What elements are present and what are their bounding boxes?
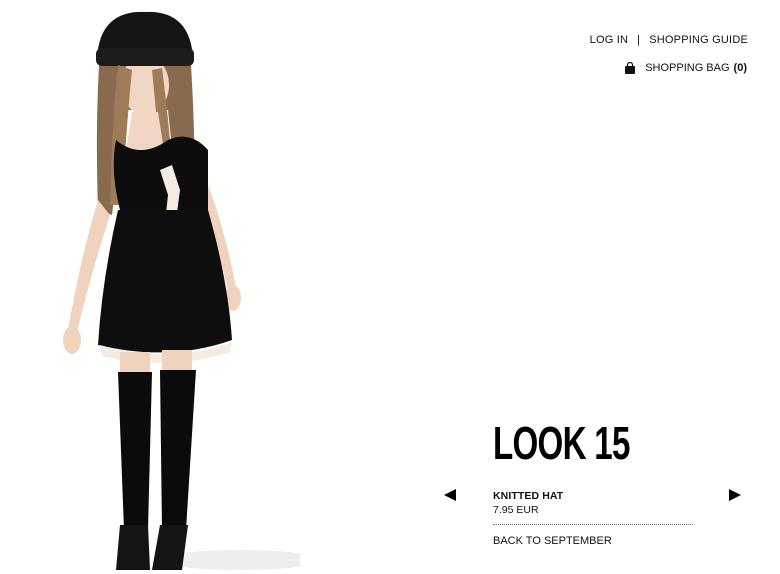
- shopping-bag-link[interactable]: SHOPPING BAG (0): [624, 62, 747, 74]
- back-link[interactable]: BACK TO SEPTEMBER: [493, 535, 612, 547]
- shopping-bag-count: (0): [733, 62, 747, 74]
- shopping-bag-label: SHOPPING BAG: [645, 62, 730, 74]
- item-price: 7.95 EUR: [493, 504, 539, 516]
- login-link[interactable]: LOG IN: [590, 34, 629, 46]
- shopping-bag-icon: [625, 62, 636, 74]
- arrow-left-icon[interactable]: [443, 488, 457, 502]
- top-nav: LOG IN | SHOPPING GUIDE: [590, 34, 748, 46]
- shopping-guide-link[interactable]: SHOPPING GUIDE: [649, 34, 748, 46]
- nav-separator: |: [637, 34, 641, 46]
- arrow-right-icon[interactable]: [728, 488, 742, 502]
- model-photo: [63, 11, 300, 570]
- dotted-divider: [493, 524, 693, 525]
- item-name[interactable]: KNITTED HAT: [493, 490, 563, 502]
- look-title: LOOK 15: [493, 417, 630, 469]
